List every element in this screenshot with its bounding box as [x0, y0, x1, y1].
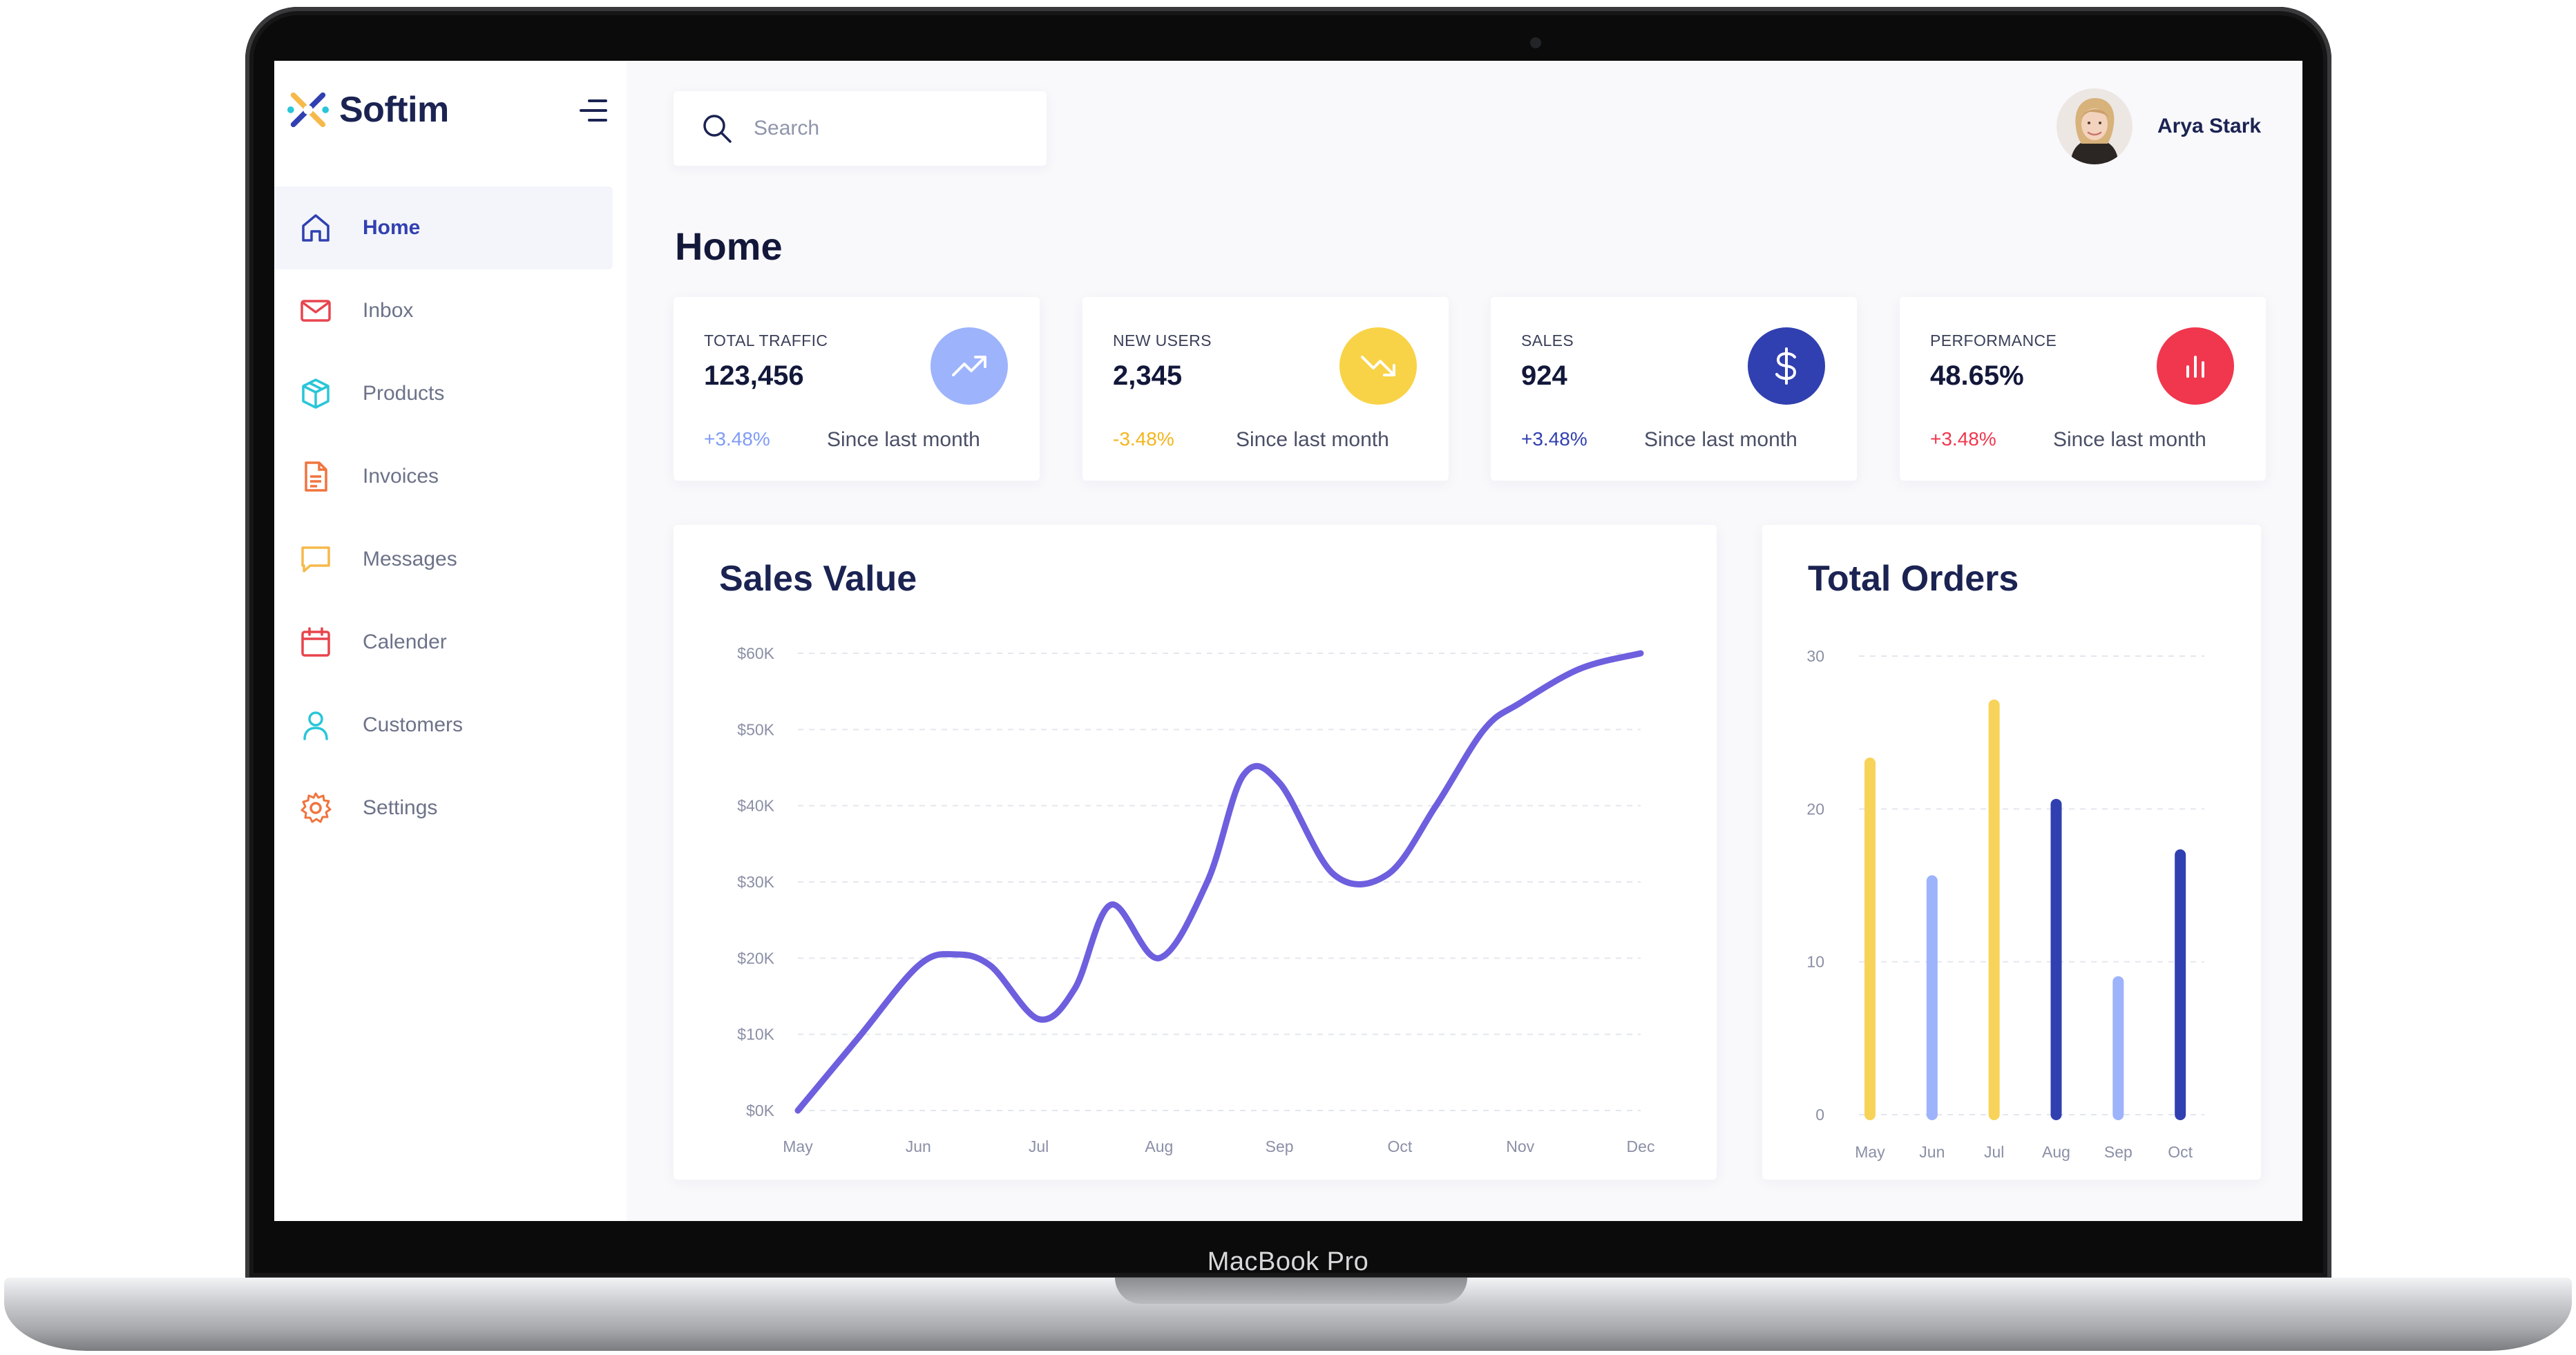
x-tick-label: Sep — [1266, 1137, 1294, 1155]
x-tick-label: Jun — [906, 1137, 931, 1155]
avatar — [2057, 88, 2133, 164]
sidebar-item-label: Settings — [363, 796, 438, 819]
x-tick-label: Sep — [2104, 1143, 2133, 1161]
home-icon — [302, 214, 330, 242]
search-input[interactable] — [754, 117, 1016, 140]
stat-change: +3.48% — [1521, 428, 1587, 450]
stat-change: -3.48% — [1113, 428, 1174, 450]
stat-card-total-traffic: TOTAL TRAFFIC 123,456 +3.48% Since last … — [674, 297, 1040, 481]
sidebar-item-label: Inbox — [363, 299, 414, 322]
y-tick-label: $30K — [737, 873, 774, 891]
sidebar-item-label: Calender — [363, 631, 447, 653]
sidebar-item-label: Home — [363, 216, 421, 239]
chat-icon — [301, 546, 330, 573]
stat-since: Since last month — [827, 428, 980, 451]
stat-value: 123,456 — [704, 361, 804, 391]
stat-label: TOTAL TRAFFIC — [704, 331, 828, 349]
sidebar-item-label: Invoices — [363, 465, 439, 488]
y-tick-label: 0 — [1815, 1106, 1824, 1124]
y-tick-label: $20K — [737, 949, 774, 967]
y-tick-label: $40K — [737, 797, 774, 815]
document-icon — [305, 461, 327, 492]
x-tick-label: Oct — [2168, 1143, 2193, 1161]
trending-down-icon — [1361, 356, 1395, 376]
stat-card-sales: SALES 924 +3.48% Since last month — [1491, 297, 1857, 481]
total-orders-card: Total Orders 0 10 20 30 May Jun Jul Aug Sep Oct — [1762, 525, 2261, 1180]
user-icon — [303, 711, 328, 740]
sidebar-item-products[interactable]: Products — [274, 352, 613, 435]
sidebar-item-settings[interactable]: Settings — [274, 767, 613, 849]
sales-value-card: Sales Value $0K $10K $20K $30K $40K $50K $60K M… — [674, 525, 1717, 1180]
x-tick-label: Jul — [1984, 1143, 2004, 1161]
total-orders-chart: 0 10 20 30 May Jun Jul Aug Sep Oct — [1806, 647, 2204, 1161]
y-tick-label: $50K — [737, 720, 774, 738]
stat-label: SALES — [1521, 331, 1574, 349]
sidebar-item-label: Products — [363, 382, 445, 405]
stat-icon-badge — [1748, 327, 1825, 405]
menu-toggle-icon[interactable] — [578, 97, 609, 124]
x-tick-label: Oct — [1388, 1137, 1413, 1155]
laptop-base — [4, 1278, 2572, 1351]
camera-icon — [1530, 37, 1541, 48]
y-tick-label: $60K — [737, 644, 774, 662]
x-tick-label: May — [783, 1137, 813, 1155]
y-tick-label: $10K — [737, 1026, 774, 1044]
x-tick-label: Jun — [1919, 1143, 1945, 1161]
box-icon — [302, 378, 330, 409]
stat-value: 924 — [1521, 361, 1567, 391]
search-box[interactable] — [674, 91, 1047, 166]
stat-icon-badge — [931, 327, 1008, 405]
stat-since: Since last month — [1236, 428, 1389, 451]
dashboard-screen: Softim Home Inbox Products Invoices Mess… — [274, 61, 2302, 1221]
x-tick-label: Aug — [2042, 1143, 2070, 1161]
stat-since: Since last month — [2053, 428, 2206, 451]
stat-change: +3.48% — [1930, 428, 1996, 450]
stat-icon-badge — [2157, 327, 2234, 405]
x-tick-label: Jul — [1029, 1137, 1049, 1155]
stat-card-performance: PERFORMANCE 48.65% +3.48% Since last mon… — [1900, 297, 2266, 481]
stat-value: 48.65% — [1930, 361, 2024, 391]
x-tick-label: Dec — [1627, 1137, 1655, 1155]
device-label: MacBook Pro — [1207, 1247, 1369, 1276]
mail-icon — [300, 300, 331, 322]
sidebar-item-label: Messages — [363, 548, 457, 570]
trending-up-icon — [952, 356, 986, 376]
calendar-icon — [301, 627, 330, 657]
dollar-icon — [1775, 347, 1797, 385]
brand-name: Softim — [339, 90, 449, 130]
y-tick-label: 10 — [1806, 953, 1824, 971]
stat-label: NEW USERS — [1113, 331, 1212, 349]
laptop-notch — [1115, 1278, 1467, 1304]
sidebar: Softim Home Inbox Products Invoices Mess… — [274, 61, 627, 1221]
stat-icon-badge — [1339, 327, 1417, 405]
stat-value: 2,345 — [1113, 361, 1183, 391]
gear-icon — [300, 792, 332, 823]
y-tick-label: 20 — [1806, 800, 1824, 818]
x-tick-label: Nov — [1506, 1137, 1534, 1155]
stat-label: PERFORMANCE — [1930, 331, 2057, 349]
sidebar-item-invoices[interactable]: Invoices — [274, 435, 613, 518]
bar-chart-icon — [2186, 356, 2204, 378]
page-title: Home — [675, 224, 783, 268]
x-tick-label: Aug — [1145, 1137, 1173, 1155]
sidebar-item-inbox[interactable]: Inbox — [274, 269, 613, 352]
y-tick-label: $0K — [746, 1102, 775, 1119]
stat-card-new-users: NEW USERS 2,345 -3.48% Since last month — [1082, 297, 1449, 481]
stat-change: +3.48% — [704, 428, 770, 450]
sales-value-chart: $0K $10K $20K $30K $40K $50K $60K May Jun Jul Aug S… — [737, 644, 1655, 1155]
sidebar-item-label: Customers — [363, 713, 464, 736]
y-tick-label: 30 — [1806, 647, 1824, 665]
search-icon — [703, 115, 732, 143]
stat-since: Since last month — [1644, 428, 1797, 451]
brand[interactable]: Softim — [287, 88, 449, 131]
user-profile[interactable]: Arya Stark — [2057, 88, 2261, 164]
sidebar-item-calender[interactable]: Calender — [274, 601, 613, 684]
star-cross-logo — [287, 92, 330, 128]
sidebar-item-customers[interactable]: Customers — [274, 684, 613, 767]
sidebar-item-home[interactable]: Home — [274, 186, 613, 269]
sidebar-nav: Home Inbox Products Invoices Messages Ca… — [274, 186, 613, 849]
sidebar-item-messages[interactable]: Messages — [274, 518, 613, 601]
user-name: Arya Stark — [2157, 115, 2262, 137]
x-tick-label: May — [1855, 1143, 1885, 1161]
